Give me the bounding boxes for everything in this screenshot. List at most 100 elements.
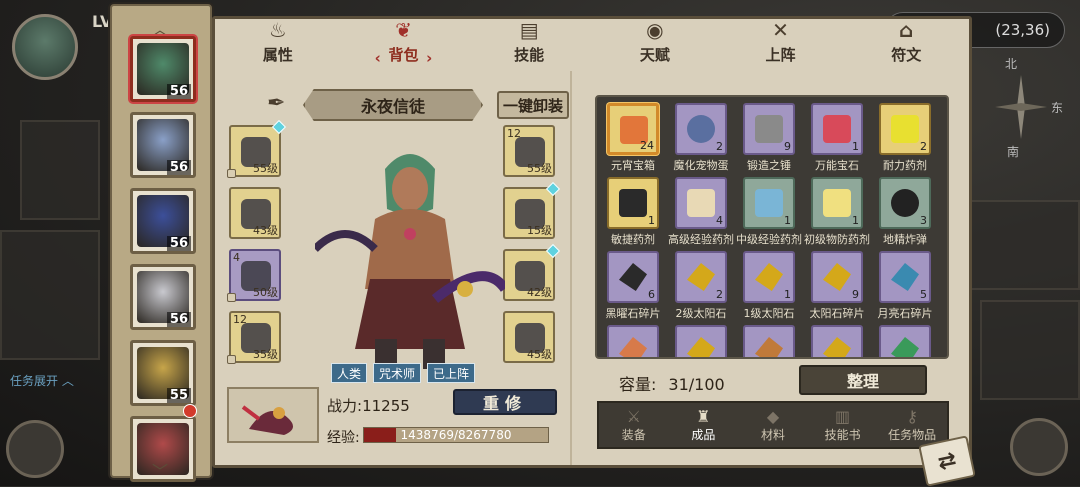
home-button[interactable]: [1010, 418, 1068, 476]
inventory-item[interactable]: 9: [811, 251, 863, 303]
capacity-value: 31/100: [668, 375, 725, 394]
inventory-item[interactable]: [811, 325, 863, 357]
roster-slot[interactable]: 56: [130, 188, 196, 254]
bottom-left-action-button[interactable]: [6, 420, 64, 478]
pouch-icon: ♜: [696, 407, 711, 426]
character-name: 永夜信徒: [303, 89, 483, 121]
item-count: 6: [648, 288, 655, 301]
inventory-item[interactable]: 24: [607, 103, 659, 155]
shard-icon: [891, 337, 919, 357]
roster-slot[interactable]: 56: [130, 36, 196, 102]
hero-level: 55: [166, 388, 191, 403]
item-name: 锻造之锤: [747, 159, 791, 172]
flask-icon: [755, 189, 783, 217]
inventory-grid: 24 元宵宝箱 2 魔化宠物蛋 9 锻造之锤 1 万能宝石 2 耐力药剂 1 敏捷药剂 4 高级经验药剂 1…: [595, 95, 949, 359]
hero-level: 56: [166, 160, 191, 175]
inventory-item[interactable]: [879, 325, 931, 357]
shard-icon: [687, 337, 715, 357]
roster-slot[interactable]: 55: [130, 340, 196, 406]
lock-icon: [227, 169, 236, 178]
map-tile: [20, 120, 100, 220]
item-name: 月亮石碎片: [877, 307, 933, 320]
roster-slot[interactable]: 56: [130, 112, 196, 178]
inventory-item[interactable]: 9: [743, 103, 795, 155]
category-tab-3[interactable]: ▥ 技能书: [808, 403, 878, 447]
tab-4[interactable]: ✕ 上阵: [718, 18, 844, 69]
category-label: 成品: [691, 428, 716, 442]
shard-icon: [619, 263, 647, 291]
player-avatar[interactable]: [12, 14, 78, 80]
inventory-item[interactable]: 1: [743, 177, 795, 229]
item-name: 元宵宝箱: [611, 159, 655, 172]
tab-3[interactable]: ◉ 天赋: [592, 18, 718, 69]
tab-2[interactable]: ▤ 技能: [466, 18, 592, 69]
category-tab-1[interactable]: ♜ 成品: [669, 403, 739, 447]
category-tab-0[interactable]: ⚔ 装备: [599, 403, 669, 447]
compass-north: 北: [1005, 57, 1018, 71]
compass: 北 东 南: [985, 55, 1065, 165]
unequip-all-button[interactable]: 一键卸装: [497, 91, 569, 119]
roster-slot[interactable]: 56: [130, 264, 196, 330]
shard-icon: [823, 337, 851, 357]
inventory-item[interactable]: 2: [675, 103, 727, 155]
bomb-icon: [891, 189, 919, 217]
hero-level: 56: [166, 312, 191, 327]
equipment-slot[interactable]: 55级: [227, 119, 287, 178]
pet-portrait: [241, 405, 293, 435]
item-count: 2: [920, 140, 927, 153]
scroll-down-icon[interactable]: ﹀: [152, 458, 168, 482]
item-count: 1: [852, 214, 859, 227]
inventory-item[interactable]: [743, 325, 795, 357]
item-count: 24: [640, 139, 654, 152]
inventory-item[interactable]: [607, 325, 659, 357]
category-tab-4[interactable]: ⚷ 任务物品: [877, 403, 947, 447]
inventory-item[interactable]: 3: [879, 177, 931, 229]
quill-icon: ✒: [267, 91, 286, 116]
lock-icon: [227, 355, 236, 364]
inventory-item[interactable]: 2: [879, 103, 931, 155]
inventory-item[interactable]: 6: [607, 251, 659, 303]
tab-0[interactable]: ♨ 属性: [215, 18, 341, 69]
inventory-item[interactable]: [675, 325, 727, 357]
tab-label: 天赋: [639, 46, 670, 64]
sort-button[interactable]: 整理: [799, 365, 927, 395]
category-label: 技能书: [824, 428, 861, 442]
exp-bar: 1438769/8267780: [363, 427, 549, 443]
pet-slot[interactable]: [227, 387, 319, 443]
compass-east: 东: [1051, 101, 1064, 115]
shard-icon: [755, 263, 783, 291]
character-tag: 已上阵: [427, 363, 476, 383]
tab-1[interactable]: ❦ 背包: [341, 18, 467, 69]
tab-label: 上阵: [765, 46, 796, 64]
hero-portrait: [315, 154, 505, 369]
crystal-icon: [823, 115, 851, 143]
inventory-item[interactable]: 2: [675, 251, 727, 303]
equipment-slot[interactable]: 12 35级: [227, 311, 281, 364]
task-expand-toggle[interactable]: 任务展开 ︿: [10, 372, 74, 389]
equipment-slot[interactable]: 45级: [503, 311, 555, 363]
inventory-item[interactable]: 1: [743, 251, 795, 303]
panel-divider: [570, 71, 572, 465]
inventory-item[interactable]: 1: [811, 103, 863, 155]
compass-rose-icon: [995, 75, 1047, 139]
inventory-item[interactable]: 4: [675, 177, 727, 229]
rune-icon: ⌂: [899, 18, 914, 42]
potion-icon: [619, 189, 647, 217]
equipment-slot[interactable]: 42级: [503, 243, 561, 301]
item-count: 2: [716, 140, 723, 153]
tab-5[interactable]: ⌂ 符文: [843, 18, 969, 69]
category-tab-2[interactable]: ◆ 材料: [738, 403, 808, 447]
item-name: 太阳石碎片: [809, 307, 865, 320]
equipment-slot[interactable]: 12 55级: [503, 125, 555, 177]
item-count: 9: [852, 288, 859, 301]
repair-button[interactable]: 重修: [453, 389, 557, 415]
inventory-item[interactable]: 5: [879, 251, 931, 303]
equipment-slot[interactable]: 4 50级: [227, 249, 281, 302]
equipment-slot[interactable]: 15级: [503, 181, 561, 239]
inventory-item[interactable]: 1: [607, 177, 659, 229]
equipment-slot[interactable]: 43级: [229, 187, 281, 239]
egg-icon: [687, 115, 715, 143]
item-count: 9: [784, 140, 791, 153]
inventory-item[interactable]: 1: [811, 177, 863, 229]
book-icon: ▤: [519, 18, 539, 42]
